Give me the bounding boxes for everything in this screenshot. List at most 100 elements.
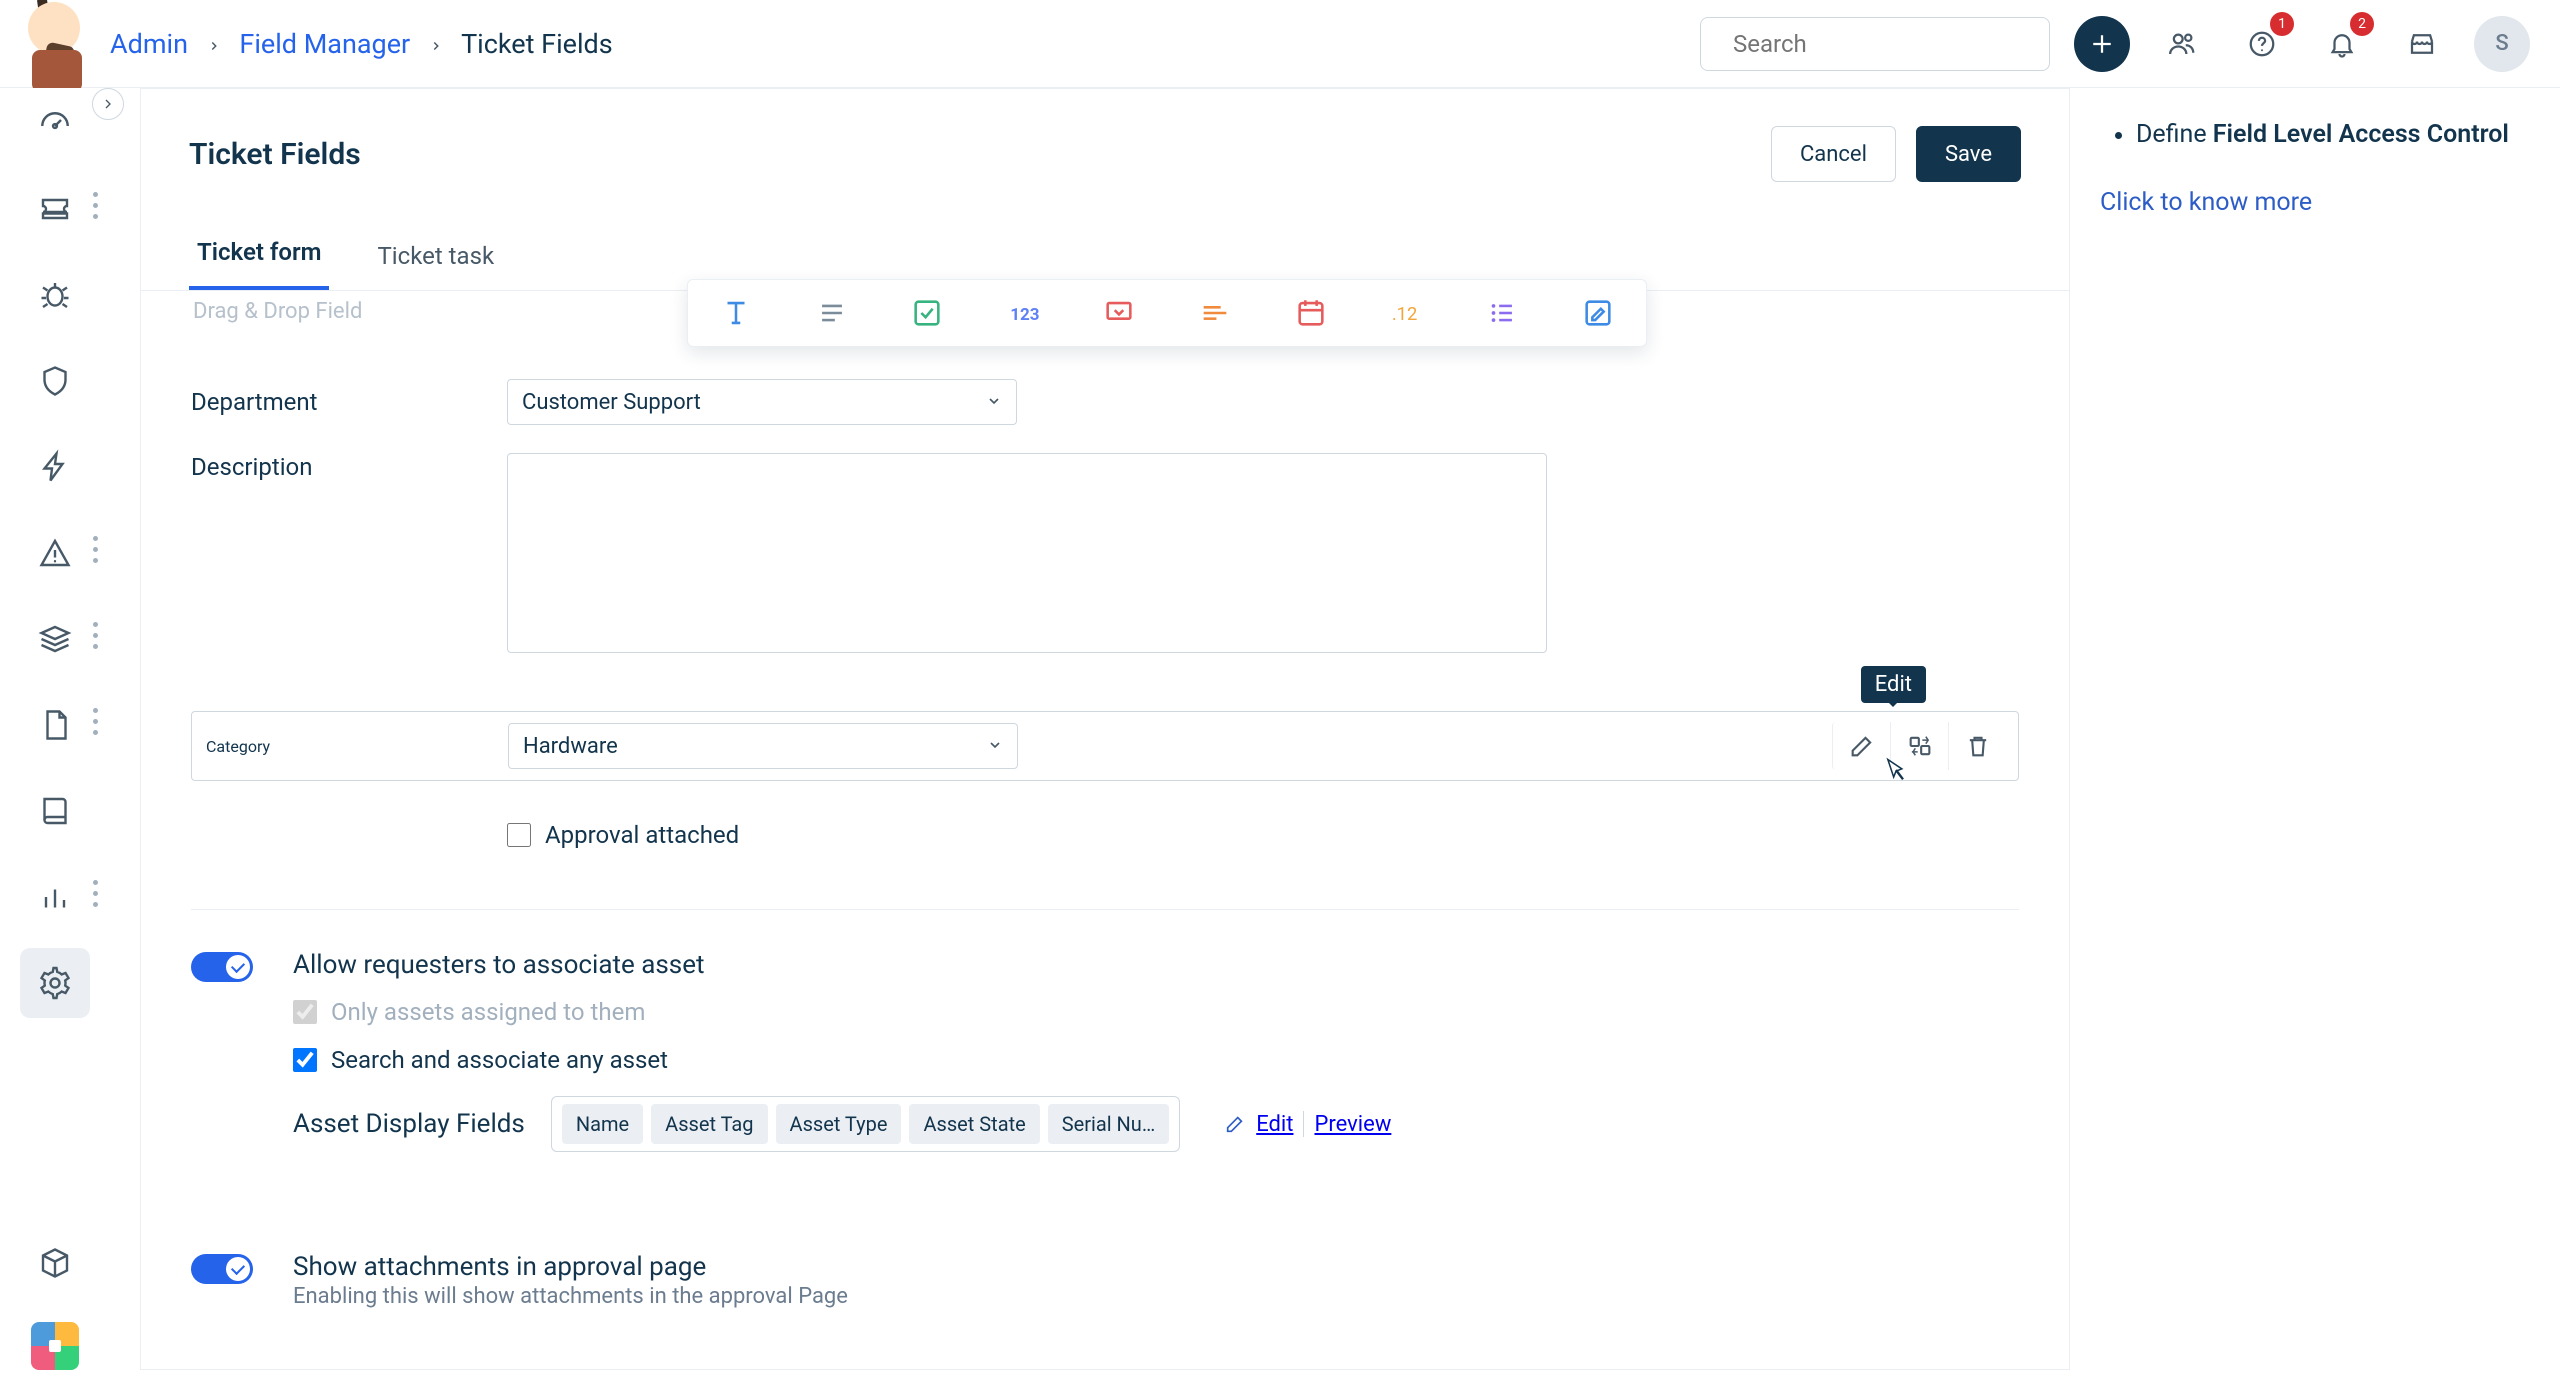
bell-icon: [2327, 29, 2357, 59]
profile-avatar[interactable]: S: [2474, 16, 2530, 72]
preview-asset-fields-link[interactable]: Preview: [1314, 1112, 1391, 1137]
tab-ticket-task[interactable]: Ticket task: [369, 242, 502, 290]
show-attachments-sub: Enabling this will show attachments in t…: [293, 1284, 2019, 1309]
category-row-actions: [1832, 722, 2006, 770]
chip-name: Name: [562, 1104, 643, 1144]
palette-dropdown[interactable]: [1091, 291, 1147, 335]
category-value: Hardware: [523, 734, 618, 759]
chevron-down-icon: [986, 393, 1002, 409]
department-select[interactable]: Customer Support: [507, 379, 1017, 425]
palette-decimal[interactable]: .12: [1378, 291, 1434, 335]
pencil-icon: [1848, 732, 1876, 760]
help-icon: [2247, 29, 2277, 59]
category-select[interactable]: Hardware: [508, 723, 1018, 769]
cancel-button[interactable]: Cancel: [1771, 126, 1896, 182]
breadcrumb-current: Ticket Fields: [461, 28, 613, 60]
asset-display-fields-chips[interactable]: Name Asset Tag Asset Type Asset State Se…: [551, 1096, 1180, 1152]
shop-icon: [2407, 29, 2437, 59]
rail-reports[interactable]: [20, 862, 90, 932]
gauge-icon: [37, 105, 73, 141]
rail-problems[interactable]: [20, 260, 90, 330]
edit-asset-fields-link[interactable]: Edit: [1256, 1112, 1293, 1137]
chip-asset-tag: Asset Tag: [651, 1104, 767, 1144]
approval-attached-checkbox[interactable]: Approval attached: [507, 821, 739, 849]
help-bullet-bold: Field Level Access Control: [2213, 120, 2509, 149]
gear-icon: [37, 965, 73, 1001]
mouse-cursor-icon: [1882, 756, 1910, 784]
breadcrumb-admin[interactable]: Admin: [110, 28, 188, 60]
expand-rail-button[interactable]: [92, 88, 124, 120]
only-assigned-checkbox[interactable]: Only assets assigned to them: [293, 998, 2019, 1026]
bug-icon: [37, 277, 73, 313]
save-button[interactable]: Save: [1916, 126, 2021, 182]
description-label: Description: [191, 453, 507, 481]
search-any-asset-checkbox[interactable]: Search and associate any asset: [293, 1046, 2019, 1074]
warning-icon: [37, 535, 73, 571]
chevron-right-icon: [207, 39, 221, 53]
people-icon: [2167, 29, 2197, 59]
approval-attached-label: Approval attached: [545, 821, 739, 849]
field-type-palette[interactable]: 123 .12: [687, 279, 1647, 347]
bolt-icon: [37, 449, 73, 485]
notifications-badge: 2: [2350, 12, 2374, 36]
global-search[interactable]: [1700, 17, 2050, 71]
rail-cube[interactable]: [20, 1228, 90, 1298]
rail-admin-settings[interactable]: [20, 948, 90, 1018]
document-icon: [37, 707, 73, 743]
palette-text[interactable]: [708, 291, 764, 335]
help-badge: 1: [2270, 12, 2294, 36]
search-any-asset-label: Search and associate any asset: [331, 1046, 668, 1074]
pencil-icon: [1224, 1113, 1246, 1135]
rail-contracts[interactable]: [20, 690, 90, 760]
rail-solutions[interactable]: [20, 776, 90, 846]
description-textarea[interactable]: [507, 453, 1547, 653]
palette-number[interactable]: 123: [995, 291, 1051, 335]
ticket-icon: [37, 191, 73, 227]
category-label: Category: [202, 737, 508, 756]
learn-more-link[interactable]: Click to know more: [2100, 188, 2312, 217]
chevron-right-icon: [100, 96, 116, 112]
edit-tooltip: Edit: [1861, 666, 1926, 703]
allow-requesters-toggle[interactable]: [191, 952, 253, 982]
category-field-row[interactable]: Category Hardware: [191, 711, 2019, 781]
allow-requesters-headline: Allow requesters to associate asset: [293, 950, 2019, 980]
rail-assets[interactable]: [20, 604, 90, 674]
breadcrumb-field-manager[interactable]: Field Manager: [239, 28, 410, 60]
rail-tickets[interactable]: [20, 174, 90, 244]
breadcrumb: Admin Field Manager Ticket Fields: [110, 28, 613, 60]
department-label: Department: [191, 388, 507, 416]
delete-field-button[interactable]: [1948, 722, 2006, 770]
chip-asset-state: Asset State: [909, 1104, 1039, 1144]
rail-releases[interactable]: [20, 432, 90, 502]
palette-tag[interactable]: [1187, 291, 1243, 335]
palette-list[interactable]: [1474, 291, 1530, 335]
search-input[interactable]: [1733, 30, 2044, 58]
tab-ticket-form[interactable]: Ticket form: [189, 238, 329, 290]
left-nav-rail: [0, 88, 110, 1400]
chip-asset-type: Asset Type: [776, 1104, 902, 1144]
cube-icon: [37, 1245, 73, 1281]
notifications-button[interactable]: 2: [2314, 16, 2370, 72]
palette-checkbox[interactable]: [899, 291, 955, 335]
layers-icon: [37, 621, 73, 657]
rail-dashboard[interactable]: [20, 88, 90, 158]
new-button[interactable]: [2074, 16, 2130, 72]
chip-serial-number: Serial Nu…: [1048, 1104, 1170, 1144]
card-title: Ticket Fields: [189, 137, 361, 172]
svg-text:123: 123: [1011, 305, 1040, 325]
svg-text:.12: .12: [1392, 304, 1418, 325]
palette-paragraph[interactable]: [804, 291, 860, 335]
palette-signature[interactable]: [1570, 291, 1626, 335]
show-attachments-toggle[interactable]: [191, 1254, 253, 1284]
palette-date[interactable]: [1283, 291, 1339, 335]
people-button[interactable]: [2154, 16, 2210, 72]
ticket-fields-card: Ticket Fields Cancel Save Ticket form Ti…: [140, 88, 2070, 1370]
plus-icon: [2087, 29, 2117, 59]
app-launcher[interactable]: [31, 1322, 79, 1370]
marketplace-button[interactable]: [2394, 16, 2450, 72]
help-button[interactable]: 1: [2234, 16, 2290, 72]
rail-alerts[interactable]: [20, 518, 90, 588]
drag-drop-caption: Drag & Drop Field: [193, 299, 362, 324]
department-value: Customer Support: [522, 390, 701, 415]
rail-changes[interactable]: [20, 346, 90, 416]
